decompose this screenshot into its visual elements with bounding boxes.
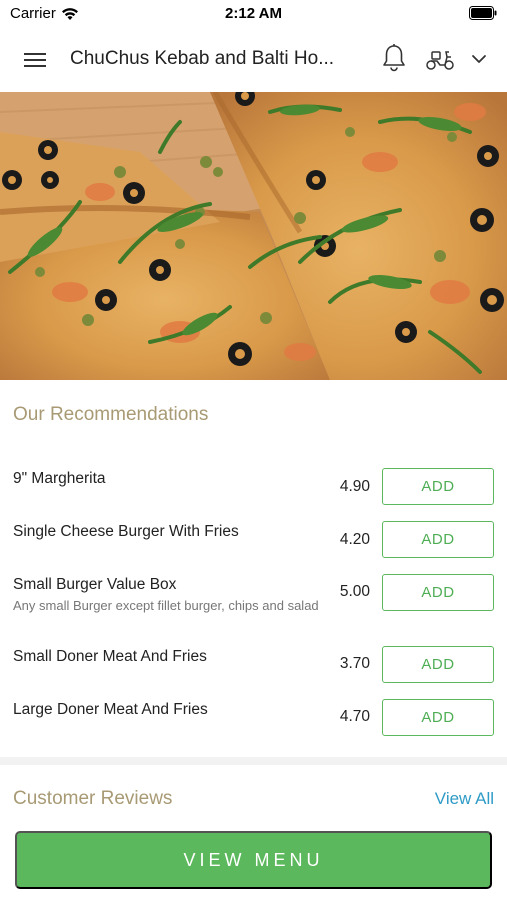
scooter-icon[interactable]: [424, 46, 456, 72]
add-button[interactable]: ADD: [382, 699, 494, 736]
reviews-title: Customer Reviews: [13, 788, 173, 809]
item-name: 9" Margherita: [13, 470, 106, 487]
item-name: Small Burger Value Box: [13, 576, 177, 593]
hamburger-menu-icon[interactable]: [22, 47, 48, 73]
status-bar: Carrier 2:12 AM: [0, 0, 507, 28]
add-button[interactable]: ADD: [382, 646, 494, 683]
item-name: Large Doner Meat And Fries: [13, 701, 208, 718]
bell-icon[interactable]: [381, 43, 407, 73]
hero-pizza-image: [0, 92, 507, 380]
recommendations-title: Our Recommendations: [13, 404, 209, 425]
chevron-down-icon[interactable]: [470, 50, 488, 68]
add-button[interactable]: ADD: [382, 468, 494, 505]
item-description: Any small Burger except fillet burger, c…: [13, 598, 319, 613]
item-price: 4.20: [339, 531, 370, 548]
restaurant-title: ChuChus Kebab and Balti Ho...: [70, 48, 335, 69]
item-price: 5.00: [339, 583, 370, 600]
status-time: 2:12 AM: [225, 5, 282, 22]
add-button[interactable]: ADD: [382, 574, 494, 611]
section-divider: [0, 757, 507, 765]
add-button[interactable]: ADD: [382, 521, 494, 558]
item-name: Small Doner Meat And Fries: [13, 648, 207, 665]
view-menu-button[interactable]: VIEW MENU: [15, 831, 492, 889]
app-header: ChuChus Kebab and Balti Ho...: [0, 28, 507, 92]
item-price: 4.70: [339, 708, 370, 725]
item-price: 4.90: [339, 478, 370, 495]
view-all-reviews-link[interactable]: View All: [435, 789, 494, 809]
item-price: 3.70: [339, 655, 370, 672]
battery-icon: [469, 6, 497, 24]
item-name: Single Cheese Burger With Fries: [13, 523, 239, 540]
